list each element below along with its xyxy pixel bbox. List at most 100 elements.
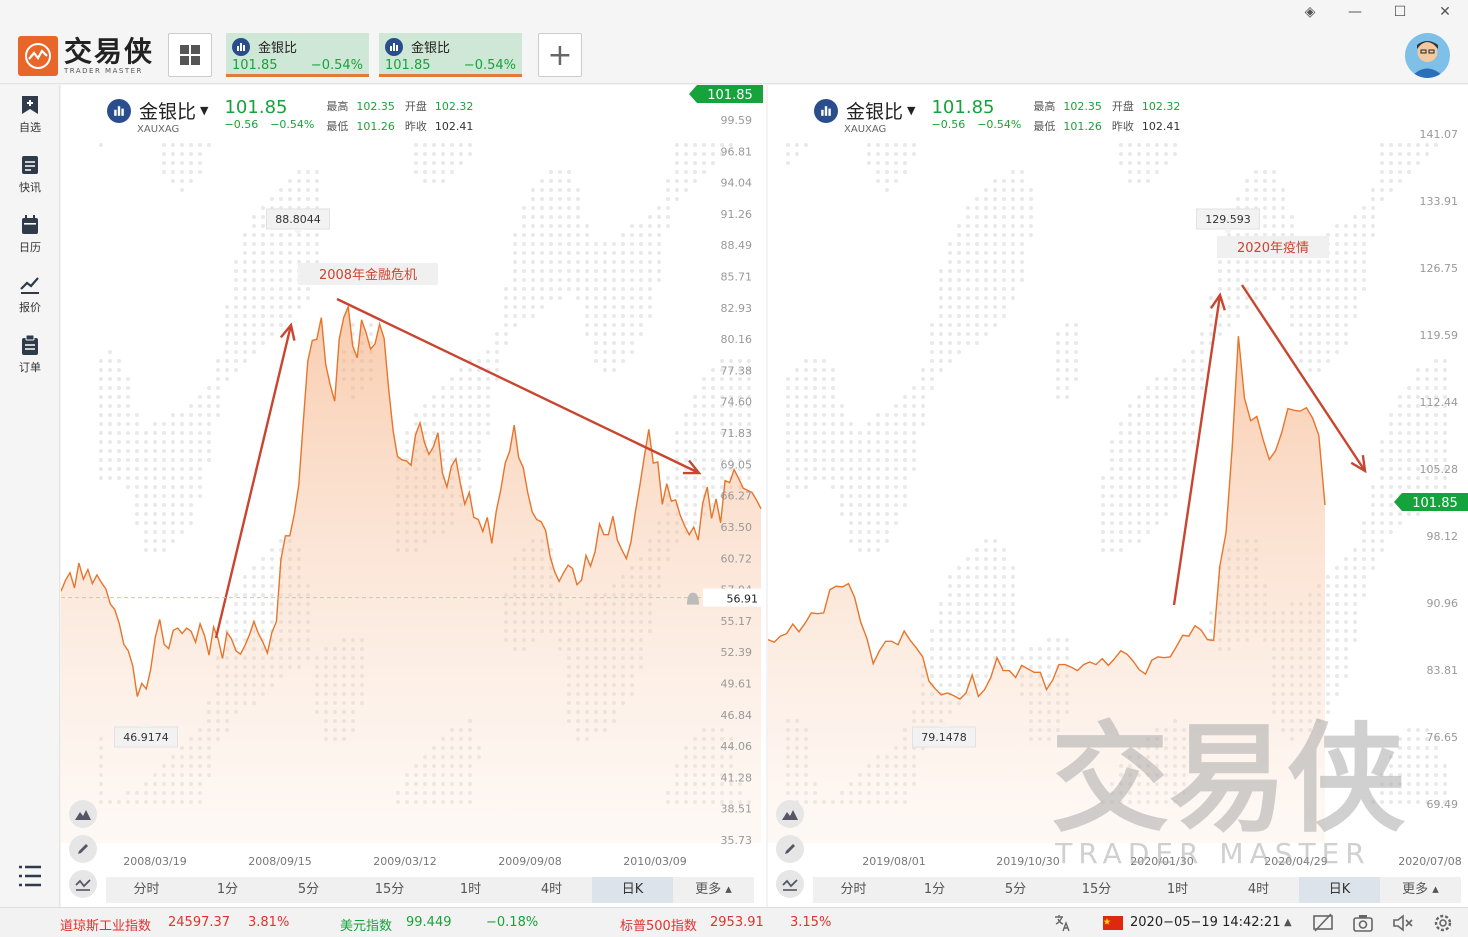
y-tick-label: 126.75 [1420, 262, 1459, 275]
caret-up-icon[interactable]: ▲ [1284, 917, 1292, 928]
instrument-badge-icon [385, 37, 403, 56]
sidebar-item-label: 快讯 [19, 181, 41, 194]
y-tick-label: 99.59 [721, 114, 753, 127]
sidebar-item-news[interactable]: 快讯 [0, 155, 60, 195]
china-flag-icon [1103, 916, 1123, 934]
sidebar-item-label: 日历 [19, 241, 41, 254]
app-name: 交易侠 [64, 34, 155, 68]
sidebar-item-quotes[interactable]: 报价 [0, 275, 60, 315]
skin-icon[interactable]: ◈ [1300, 4, 1320, 20]
mute-icon[interactable] [1392, 913, 1414, 937]
quote-chart-icon [20, 277, 39, 294]
y-tick-label: 35.73 [721, 834, 753, 847]
close-button[interactable]: ✕ [1435, 4, 1455, 20]
indicator-tool-button[interactable] [69, 870, 97, 898]
x-tick-label: 2008/09/15 [248, 855, 311, 868]
y-tick-label: 112.44 [1420, 396, 1459, 409]
ticker-dxy-change: −0.18% [486, 915, 539, 930]
y-tick-label: 55.17 [721, 615, 753, 628]
stat-high: 102.35 [1063, 100, 1102, 113]
dropdown-caret-icon[interactable]: ▼ [200, 104, 208, 117]
timeframe-button[interactable]: 1分 [187, 877, 268, 903]
sidebar-menu-button[interactable] [0, 865, 60, 891]
draw-tool-button[interactable] [69, 835, 97, 863]
ticker-dji-name[interactable]: 道琼斯工业指数 [60, 915, 151, 934]
menu-list-icon [19, 865, 41, 887]
grid-icon [180, 45, 200, 65]
pencil-icon [78, 844, 88, 854]
minimize-button[interactable]: — [1345, 4, 1365, 20]
app-name-en: TRADER MASTER [64, 66, 143, 75]
timeframe-button[interactable]: 4时 [1218, 877, 1299, 903]
stat-prev-close: 102.41 [434, 120, 474, 133]
draw-tool-button[interactable] [776, 835, 804, 863]
area-chart-tool-button[interactable] [776, 800, 804, 828]
pencil-icon [785, 844, 795, 854]
instrument-symbol: XAUXAG [844, 124, 887, 135]
sidebar-item-orders[interactable]: 订单 [0, 335, 60, 375]
timeframe-button[interactable]: 1时 [1137, 877, 1218, 903]
ticker-dji-change: 3.81% [248, 915, 290, 930]
y-tick-label: 71.83 [721, 427, 753, 440]
layout-grid-button[interactable] [168, 33, 212, 77]
timeframe-button[interactable]: 更多 ▴ [1380, 877, 1461, 903]
y-tick-label: 91.26 [721, 208, 753, 221]
timeframe-button[interactable]: 15分 [349, 877, 430, 903]
stat-high: 102.35 [356, 100, 395, 113]
timeframe-button[interactable]: 5分 [975, 877, 1056, 903]
translate-icon[interactable] [1052, 913, 1072, 937]
maximize-button[interactable]: ☐ [1390, 4, 1410, 20]
add-tab-button[interactable]: + [538, 33, 582, 77]
settings-gear-icon[interactable] [1432, 913, 1454, 937]
ticker-dxy-name[interactable]: 美元指数 [340, 915, 392, 934]
instrument-header: 金银比 ▼ XAUXAG 101.85 −0.56 −0.54% 最高 102.35 开… [107, 97, 483, 137]
y-tick-label: 60.72 [721, 552, 753, 565]
price-chart-right[interactable]: 141.07 133.91 126.75 119.59 112.44 105.28 98.1… [768, 85, 1468, 907]
timeframe-button[interactable]: 1分 [894, 877, 975, 903]
sidebar-item-label: 自选 [19, 121, 41, 134]
chart-tab-2[interactable]: 金银比 101.85 −0.54% [379, 33, 522, 77]
indicator-tool-button[interactable] [776, 870, 804, 898]
order-clipboard-icon [22, 335, 38, 355]
x-tick-label: 2008/03/19 [123, 855, 186, 868]
timeframe-button[interactable]: 分时 [106, 877, 187, 903]
timeframe-button[interactable]: 更多 ▴ [673, 877, 754, 903]
timeframe-button[interactable]: 5分 [268, 877, 349, 903]
calendar-icon [22, 215, 38, 234]
sidebar-item-label: 订单 [19, 361, 41, 374]
y-tick-label: 96.81 [721, 145, 753, 158]
no-screen-icon[interactable] [1312, 913, 1334, 937]
dropdown-caret-icon[interactable]: ▼ [907, 104, 915, 117]
sidebar-item-calendar[interactable]: 日历 [0, 215, 60, 255]
low-price-marker-label: 79.1478 [921, 731, 967, 744]
user-avatar[interactable] [1405, 33, 1450, 78]
y-tick-label: 77.38 [721, 364, 753, 377]
x-tick-label: 2009/03/12 [373, 855, 436, 868]
trend-arrow[interactable] [1172, 294, 1222, 606]
area-chart-tool-button[interactable] [69, 800, 97, 828]
sidebar-item-watchlist[interactable]: 自选 [0, 95, 60, 135]
price-change: −0.56 [931, 118, 966, 131]
timeframe-button[interactable]: 4时 [511, 877, 592, 903]
timeframe-button[interactable]: 日K [592, 877, 673, 903]
stat-low: 101.26 [356, 120, 395, 133]
price-change: −0.56 [224, 118, 259, 131]
timeframe-button[interactable]: 日K [1299, 877, 1380, 903]
current-price: 101.85 [931, 97, 995, 118]
camera-icon[interactable] [1352, 913, 1374, 937]
clock-datetime: 2020−05−19 14:42:21 [1130, 915, 1281, 930]
low-price-marker-label: 46.9174 [123, 731, 169, 744]
y-tick-label: 69.05 [721, 458, 753, 471]
price-chart-left[interactable]: 99.59 96.81 94.04 91.26 88.49 85.71 82.93 80.16… [61, 85, 766, 907]
chart-tab-1[interactable]: 金银比 101.85 −0.54% [226, 33, 369, 77]
logo-mark-icon [18, 36, 58, 76]
timeframe-button[interactable]: 分时 [813, 877, 894, 903]
y-tick-label: 52.39 [721, 646, 753, 659]
y-tick-label: 85.71 [721, 271, 753, 284]
y-tick-label: 119.59 [1420, 329, 1459, 342]
timeframe-button[interactable]: 15分 [1056, 877, 1137, 903]
tab-name: 金银比 [411, 41, 451, 56]
timeframe-button[interactable]: 1时 [430, 877, 511, 903]
current-price: 101.85 [224, 97, 288, 118]
ticker-spx-name[interactable]: 标普500指数 [620, 915, 697, 934]
